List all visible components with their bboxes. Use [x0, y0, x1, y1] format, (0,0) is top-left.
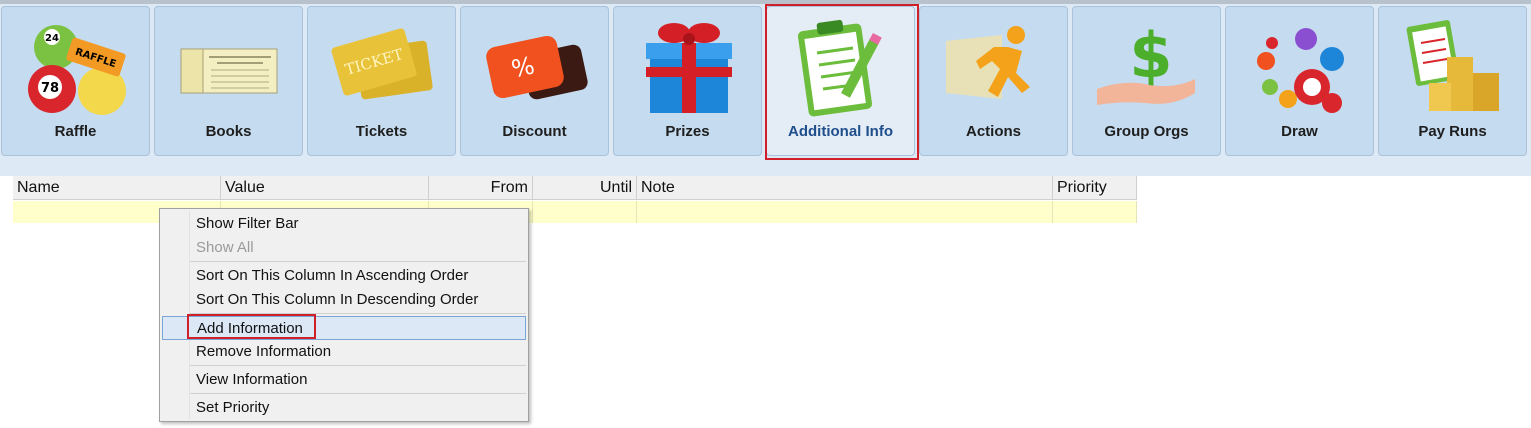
filter-cell[interactable]	[637, 201, 1053, 223]
menu-item-show-all[interactable]: Show All	[162, 236, 526, 260]
toolbar-label: Raffle	[54, 123, 97, 140]
column-header-note[interactable]: Note	[637, 176, 1053, 200]
menu-item-sort-ascending[interactable]: Sort On This Column In Ascending Order	[162, 264, 526, 288]
toolbar-button-group-orgs[interactable]: $ Group Orgs	[1072, 6, 1221, 156]
toolbar-label: Draw	[1281, 123, 1318, 140]
svg-text:78: 78	[41, 81, 59, 96]
highlight-box-add-information	[187, 314, 316, 339]
toolbar-label: Actions	[965, 123, 1021, 140]
toolbar-label: Pay Runs	[1418, 123, 1487, 140]
toolbar-label: Books	[205, 123, 252, 140]
tickets-icon: TICKET	[330, 15, 435, 117]
menu-item-remove-information[interactable]: Remove Information	[162, 340, 526, 364]
raffle-balls-icon: 24 RAFFLE 78	[24, 15, 129, 117]
toolbar-label: Discount	[502, 123, 567, 140]
menu-separator	[190, 393, 526, 394]
toolbar-button-actions[interactable]: Actions	[919, 6, 1068, 156]
column-header-value[interactable]: Value	[221, 176, 429, 200]
menu-item-sort-descending[interactable]: Sort On This Column In Descending Order	[162, 288, 526, 312]
hand-dollar-icon: $	[1095, 15, 1200, 117]
filter-cell[interactable]	[1053, 201, 1137, 223]
lottery-balls-icon	[1248, 15, 1353, 117]
menu-separator	[190, 365, 526, 366]
svg-text:24: 24	[45, 33, 59, 44]
toolbar-button-raffle[interactable]: 24 RAFFLE 78 Raffle	[1, 6, 150, 156]
toolbar-label: Prizes	[665, 123, 710, 140]
svg-text:$: $	[1129, 19, 1172, 92]
books-icon	[177, 15, 282, 117]
app-window: 24 RAFFLE 78 Raffle Books TICKET Tickets…	[0, 0, 1531, 428]
toolbar-label: Group Orgs	[1104, 123, 1189, 140]
toolbar-button-tickets[interactable]: TICKET Tickets	[307, 6, 456, 156]
main-toolbar: 24 RAFFLE 78 Raffle Books TICKET Tickets…	[0, 4, 1531, 176]
running-man-icon	[942, 15, 1047, 117]
discount-icon: %	[483, 15, 588, 117]
column-header-priority[interactable]: Priority	[1053, 176, 1137, 200]
toolbar-button-draw[interactable]: Draw	[1225, 6, 1374, 156]
highlight-box-additional-info	[765, 4, 919, 160]
column-header-until[interactable]: Until	[533, 176, 637, 200]
toolbar-button-books[interactable]: Books	[154, 6, 303, 156]
toolbar-button-pay-runs[interactable]: Pay Runs	[1378, 6, 1527, 156]
column-header-from[interactable]: From	[429, 176, 533, 200]
toolbar-button-discount[interactable]: % Discount	[460, 6, 609, 156]
coins-clipboard-icon	[1401, 15, 1506, 117]
menu-item-show-filter-bar[interactable]: Show Filter Bar	[162, 212, 526, 236]
toolbar-button-prizes[interactable]: Prizes	[613, 6, 762, 156]
menu-item-set-priority[interactable]: Set Priority	[162, 396, 526, 420]
column-header-name[interactable]: Name	[13, 176, 221, 200]
menu-item-view-information[interactable]: View Information	[162, 368, 526, 392]
gift-icon	[636, 15, 741, 117]
menu-separator	[190, 261, 526, 262]
toolbar-label: Tickets	[355, 123, 408, 140]
filter-cell[interactable]	[533, 201, 637, 223]
